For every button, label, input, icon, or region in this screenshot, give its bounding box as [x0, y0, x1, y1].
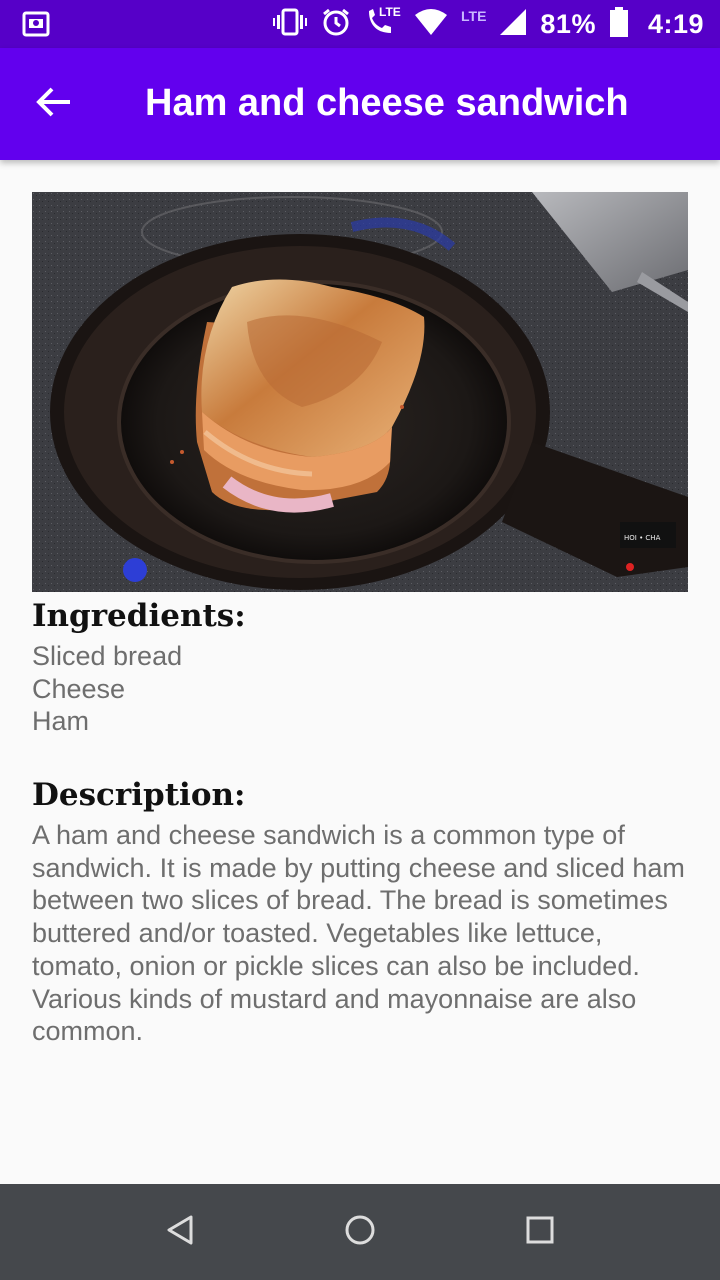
ingredients-list: Sliced bread Cheese Ham: [32, 640, 182, 738]
sandwich-photo: HOI • CHA: [32, 192, 688, 592]
cell-signal-icon: [500, 8, 527, 40]
description-text: A ham and cheese sandwich is a common ty…: [32, 820, 685, 1047]
alarm-icon: [321, 7, 351, 42]
ingredient-item: Ham: [32, 706, 90, 737]
nav-back-button[interactable]: [156, 1208, 204, 1256]
nav-back-icon: [165, 1214, 195, 1251]
ingredient-item: Cheese: [32, 673, 126, 704]
nav-home-icon: [344, 1214, 376, 1251]
vibrate-icon: [273, 8, 307, 41]
arrow-back-icon: [36, 86, 72, 123]
wifi-icon: [415, 8, 447, 40]
volte-call-icon: LTE: [365, 4, 401, 42]
svg-text:HOI • CHA: HOI • CHA: [624, 534, 661, 542]
app-bar: Ham and cheese sandwich: [0, 48, 720, 160]
ingredient-item: Sliced bread: [32, 641, 183, 671]
battery-icon: [609, 6, 628, 42]
description-heading: Description:: [32, 777, 246, 813]
ingredients-heading: Ingredients:: [32, 598, 246, 634]
clock: 4:19: [647, 8, 704, 39]
nav-home-button[interactable]: [336, 1208, 384, 1256]
status-bar: LTE LTE 81% 4:19: [0, 0, 720, 48]
call-lte-label: LTE: [379, 4, 401, 19]
lte-label: LTE: [461, 8, 487, 24]
battery-percent: 81%: [540, 8, 596, 39]
back-button[interactable]: [26, 76, 82, 132]
nav-recents-button[interactable]: [516, 1208, 564, 1256]
system-nav-bar: [0, 1184, 720, 1280]
page-title: Ham and cheese sandwich: [145, 82, 629, 124]
nav-recents-icon: [526, 1216, 554, 1249]
screen-record-icon: [22, 10, 50, 43]
